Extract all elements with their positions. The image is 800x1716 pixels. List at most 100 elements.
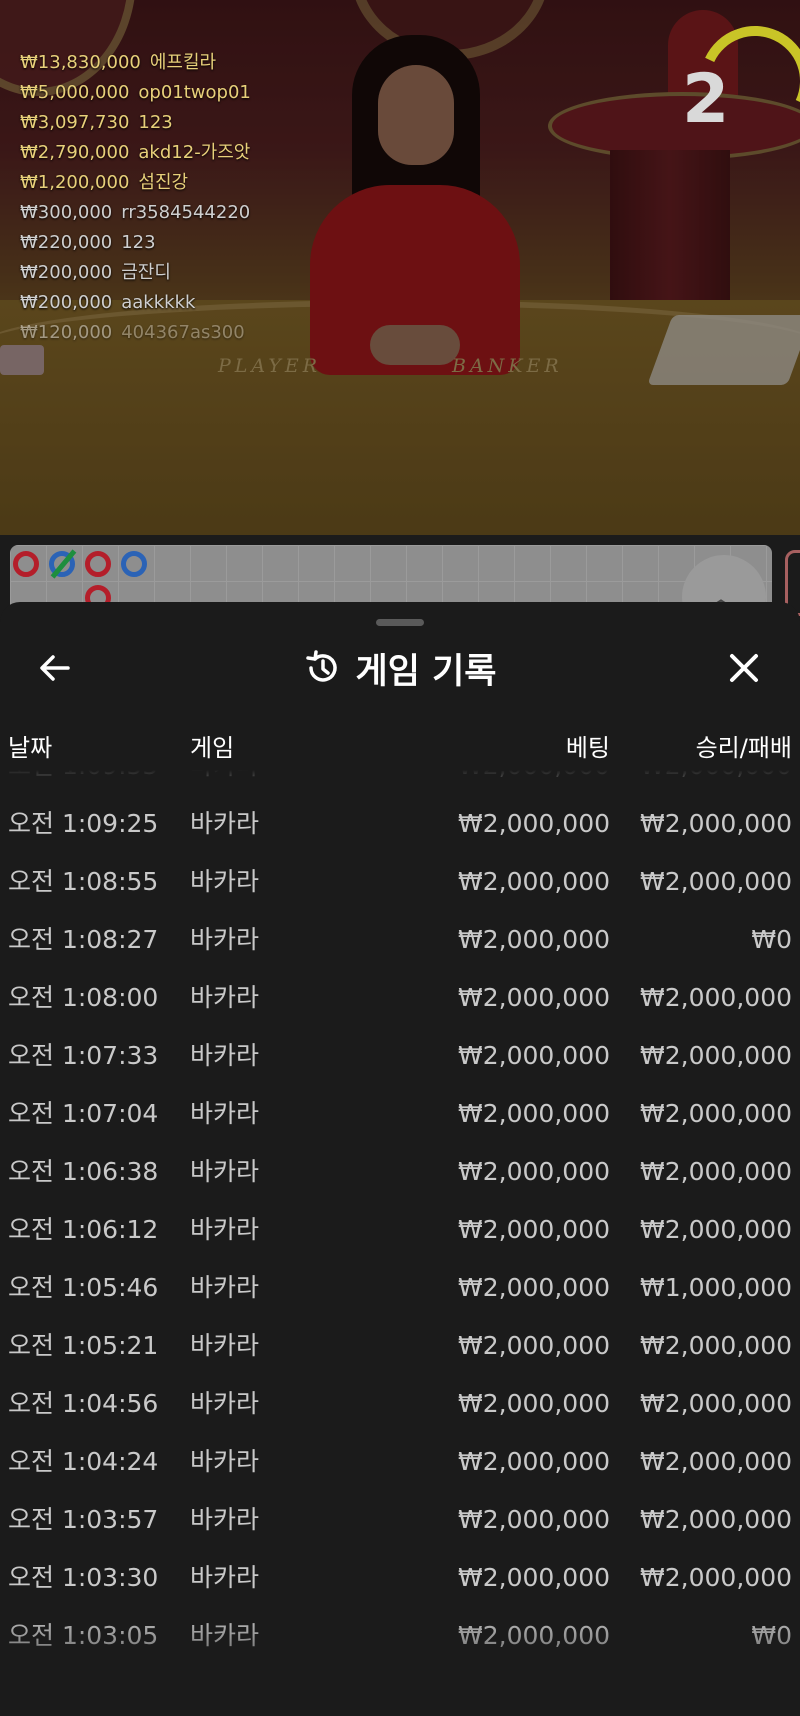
- row-bet: ₩2,000,000: [458, 1505, 610, 1534]
- sheet-drag-handle[interactable]: [376, 619, 424, 626]
- row-bet: ₩2,000,000: [458, 1447, 610, 1476]
- history-row[interactable]: 오전 1:05:21 바카라 ₩2,000,000 ₩2,000,000: [0, 1317, 800, 1375]
- row-game: 바카라: [190, 1041, 260, 1070]
- row-result: ₩2,000,000: [640, 1563, 792, 1592]
- winner-entry: ₩5,000,000 op01twop01: [20, 78, 251, 108]
- row-result: ₩2,000,000: [640, 1505, 792, 1534]
- winner-entry: ₩3,097,730 123: [20, 108, 251, 138]
- row-result: ₩2,000,000: [640, 1157, 792, 1186]
- row-bet: ₩2,000,000: [458, 983, 610, 1012]
- row-bet: ₩2,000,000: [458, 925, 610, 954]
- winner-amount: ₩300,000: [20, 202, 113, 223]
- row-date: 오전 1:09:25: [8, 809, 159, 838]
- winner-name: 123: [138, 112, 173, 133]
- winner-amount: ₩13,830,000: [20, 52, 141, 73]
- row-date: 오전 1:04:24: [8, 1447, 159, 1476]
- winner-entry: ₩300,000 rr3584544220: [20, 198, 251, 228]
- row-bet: ₩2,000,000: [458, 809, 610, 838]
- history-row[interactable]: 오전 1:05:46 바카라 ₩2,000,000 ₩1,000,000: [0, 1259, 800, 1317]
- winner-amount: ₩200,000: [20, 292, 113, 313]
- row-bet: ₩2,000,000: [458, 1563, 610, 1592]
- history-row[interactable]: 오전 1:03:30 바카라 ₩2,000,000 ₩2,000,000: [0, 1549, 800, 1607]
- winner-name: akd12-가즈앗: [138, 142, 251, 163]
- row-result: ₩0: [751, 925, 792, 954]
- column-header-game: 게임: [190, 734, 235, 762]
- row-bet: ₩2,000,000: [458, 1389, 610, 1418]
- history-list[interactable]: 오전 1:09:55바카라₩2,000,000₩2,000,000오전 1:09…: [0, 770, 800, 1716]
- row-bet: ₩2,000,000: [458, 1273, 610, 1302]
- row-date: 오전 1:08:00: [8, 983, 159, 1012]
- winner-name: op01twop01: [138, 82, 251, 103]
- winner-name: rr3584544220: [121, 202, 251, 223]
- winners-list: ₩13,830,000 에프킬라 ₩5,000,000 op01twop01 ₩3,09…: [20, 48, 251, 348]
- winner-name: 404367as300: [121, 322, 245, 343]
- history-row[interactable]: 오전 1:06:12 바카라 ₩2,000,000 ₩2,000,000: [0, 1201, 800, 1259]
- row-date: 오전 1:04:56: [8, 1389, 159, 1418]
- winner-entry: ₩2,790,000 akd12-가즈앗: [20, 138, 251, 168]
- history-row[interactable]: 오전 1:06:38 바카라 ₩2,000,000 ₩2,000,000: [0, 1143, 800, 1201]
- row-game: 바카라: [190, 1215, 260, 1244]
- history-row[interactable]: 오전 1:04:56 바카라 ₩2,000,000 ₩2,000,000: [0, 1375, 800, 1433]
- winner-name: 에프킬라: [149, 52, 217, 73]
- row-result: ₩2,000,000: [640, 867, 792, 896]
- history-row[interactable]: 오전 1:04:24 바카라 ₩2,000,000 ₩2,000,000: [0, 1433, 800, 1491]
- history-row[interactable]: 오전 1:08:27 바카라 ₩2,000,000 ₩0: [0, 911, 800, 969]
- row-game: 바카라: [190, 925, 260, 954]
- row-date: 오전 1:06:38: [8, 1157, 159, 1186]
- winner-amount: ₩220,000: [20, 232, 113, 253]
- row-bet: ₩2,000,000: [458, 1099, 610, 1128]
- history-row[interactable]: 오전 1:07:33 바카라 ₩2,000,000 ₩2,000,000: [0, 1027, 800, 1085]
- winner-amount: ₩1,200,000: [20, 172, 130, 193]
- row-game: 바카라: [190, 1389, 260, 1418]
- row-game: 바카라: [190, 1563, 260, 1592]
- row-result: ₩2,000,000: [640, 983, 792, 1012]
- row-game: 바카라: [190, 1157, 260, 1186]
- history-row[interactable]: 오전 1:08:00 바카라 ₩2,000,000 ₩2,000,000: [0, 969, 800, 1027]
- history-row[interactable]: 오전 1:03:57 바카라 ₩2,000,000 ₩2,000,000: [0, 1491, 800, 1549]
- row-date: 오전 1:03:30: [8, 1563, 159, 1592]
- column-header-date: 날짜: [8, 734, 53, 762]
- winner-name: aakkkkk: [121, 292, 196, 313]
- row-game: 바카라: [190, 1331, 260, 1360]
- row-bet: ₩2,000,000: [458, 1331, 610, 1360]
- close-button[interactable]: [722, 642, 766, 694]
- row-result: ₩2,000,000: [640, 1215, 792, 1244]
- row-result: ₩2,000,000: [640, 1331, 792, 1360]
- history-row[interactable]: 오전 1:07:04 바카라 ₩2,000,000 ₩2,000,000: [0, 1085, 800, 1143]
- row-game: 바카라: [190, 1099, 260, 1128]
- row-game: 바카라: [190, 1273, 260, 1302]
- history-row[interactable]: 오전 1:08:55 바카라 ₩2,000,000 ₩2,000,000: [0, 853, 800, 911]
- row-date: 오전 1:08:55: [8, 867, 159, 896]
- close-icon: [730, 654, 758, 682]
- row-date: 오전 1:06:12: [8, 1215, 159, 1244]
- history-row[interactable]: 오전 1:09:25 바카라 ₩2,000,000 ₩2,000,000: [0, 795, 800, 853]
- row-date: 오전 1:07:04: [8, 1099, 159, 1128]
- column-header-result: 승리/패배: [695, 734, 792, 762]
- road-banker-marker: [13, 551, 39, 577]
- winner-amount: ₩2,790,000: [20, 142, 130, 163]
- winner-amount: ₩120,000: [20, 322, 113, 343]
- winner-entry: ₩220,000 123: [20, 228, 251, 258]
- row-bet: ₩2,000,000: [458, 867, 610, 896]
- live-video: PLAYER BANKER 2 ₩13,830,000 에프킬라 ₩5,000,00…: [0, 0, 800, 535]
- winner-name: 금잔디: [121, 262, 171, 283]
- row-game: 바카라: [190, 1447, 260, 1476]
- row-bet: ₩2,000,000: [458, 1157, 610, 1186]
- row-date: 오전 1:07:33: [8, 1041, 159, 1070]
- row-result: ₩1,000,000: [640, 1273, 792, 1302]
- row-date: 오전 1:08:27: [8, 925, 159, 954]
- row-result: ₩2,000,000: [640, 809, 792, 838]
- winner-entry: ₩13,830,000 에프킬라: [20, 48, 251, 78]
- list-top-fade: [0, 770, 800, 800]
- sheet-title: 게임 기록: [355, 651, 497, 692]
- winner-entry: ₩120,000 404367as300: [20, 318, 251, 348]
- round-number: 2: [682, 60, 730, 139]
- winner-entry: ₩200,000 금잔디: [20, 258, 251, 288]
- row-game: 바카라: [190, 1505, 260, 1534]
- winner-name: 123: [121, 232, 156, 253]
- list-bottom-fade: [0, 1610, 800, 1716]
- row-date: 오전 1:05:46: [8, 1273, 159, 1302]
- row-result: ₩2,000,000: [640, 1389, 792, 1418]
- row-bet: ₩2,000,000: [458, 1215, 610, 1244]
- column-header-bet: 베팅: [565, 734, 610, 762]
